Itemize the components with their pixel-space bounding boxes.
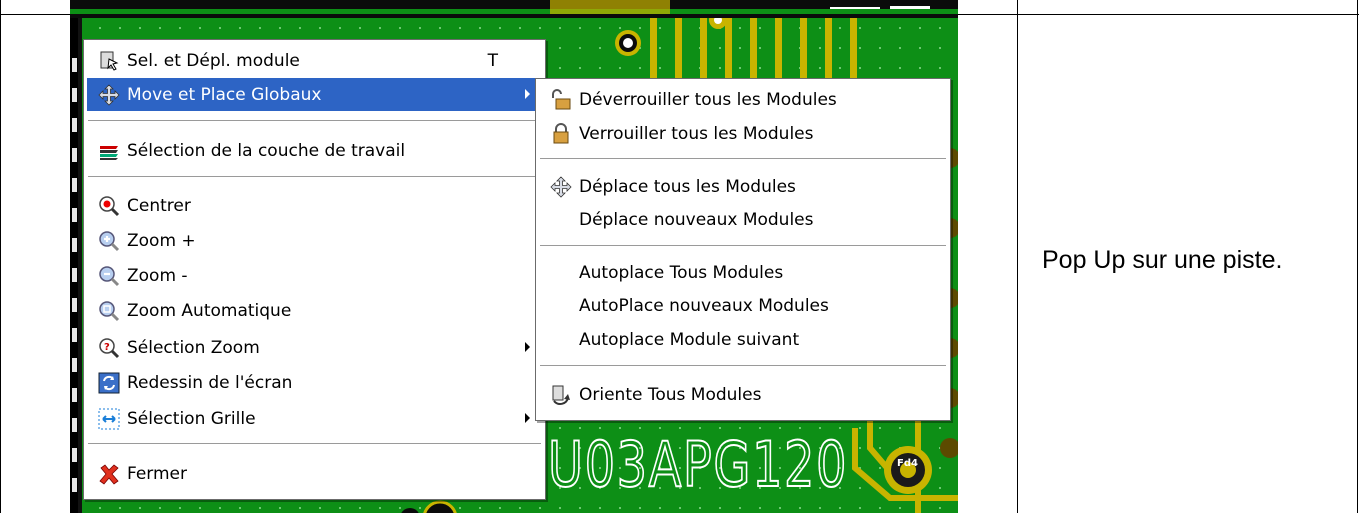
submenu-item-autoplace-new[interactable]: AutoPlace nouveaux Modules [539,289,947,322]
submenu-arrow-icon [525,342,530,352]
menu-item-label: Sélection Grille [127,408,256,429]
svg-text:?: ? [104,342,110,353]
menu-item-label: Zoom + [127,230,196,251]
menu-item-label: Verrouiller tous les Modules [579,123,814,144]
lock-icon [549,122,573,146]
submenu-arrow-icon [525,413,530,423]
menu-item-label: Sélection Zoom [127,337,260,358]
menu-item-label: AutoPlace nouveaux Modules [579,295,829,316]
menu-separator [88,120,541,122]
submenu-item-unlock-all[interactable]: Déverrouiller tous les Modules [539,83,947,116]
bottom-pads [401,500,457,513]
figure-caption: Pop Up sur une piste. [1042,246,1283,274]
module-select-icon [97,49,121,73]
menu-item-close[interactable]: Fermer [87,457,542,490]
submenu-item-orient-all[interactable]: Oriente Tous Modules [539,378,947,411]
move-cross-icon [549,175,573,199]
menu-item-label: Centrer [127,195,191,216]
grid-icon [97,407,121,431]
zoom-auto-icon [97,299,121,323]
menu-separator [88,443,541,445]
menu-item-label: Sel. et Dépl. module [127,50,300,71]
shortcut-label: T [487,50,498,71]
context-menu: Sel. et Dépl. module T Move et Place Glo… [83,39,546,500]
menu-item-label: Déplace nouveaux Modules [579,209,814,230]
zoom-in-icon [97,229,121,253]
menu-item-center[interactable]: Centrer [87,189,542,222]
redraw-icon [97,371,121,395]
menu-item-zoom-in[interactable]: Zoom + [87,224,542,257]
menu-item-label: Autoplace Module suivant [579,329,800,350]
submenu: Déverrouiller tous les Modules Verrouill… [535,78,951,421]
menu-separator [540,245,946,247]
menu-separator [88,176,541,178]
center-zoom-icon [97,194,121,218]
orient-icon [549,383,573,407]
pad-label: Fd4 [897,458,918,469]
menu-item-zoom-auto[interactable]: Zoom Automatique [87,294,542,327]
unlock-icon [549,88,573,112]
silkscreen-text: U03APG120 [548,428,848,501]
pad-fd4 [884,446,932,494]
menu-item-label: Zoom Automatique [127,300,292,321]
menu-separator [540,365,946,367]
table-divider [1017,0,1018,513]
zoom-select-icon: ? [97,336,121,360]
menu-item-redraw[interactable]: Redessin de l'écran [87,366,542,399]
menu-item-grid-select[interactable]: Sélection Grille [87,402,542,435]
move-cross-icon [97,83,121,107]
menu-item-zoom-out[interactable]: Zoom - [87,259,542,292]
menu-item-label: Autoplace Tous Modules [579,262,784,283]
menu-item-label: Redessin de l'écran [127,372,293,393]
submenu-arrow-icon [525,89,530,99]
menu-item-label: Move et Place Globaux [127,84,322,105]
menu-item-label: Déplace tous les Modules [579,176,796,197]
menu-item-label: Zoom - [127,265,188,286]
table-border-left [0,0,1,513]
menu-item-label: Sélection de la couche de travail [127,140,406,161]
menu-item-move-place-global[interactable]: Move et Place Globaux [87,78,542,111]
menu-item-label: Fermer [127,463,188,484]
menu-item-zoom-select[interactable]: ? Sélection Zoom [87,331,542,364]
menu-separator [540,158,946,160]
close-x-icon [97,462,121,486]
submenu-item-move-new[interactable]: Déplace nouveaux Modules [539,203,947,236]
table-border-right [1357,0,1358,513]
menu-item-label: Déverrouiller tous les Modules [579,89,837,110]
menu-item-select-move-module[interactable]: Sel. et Dépl. module T [87,44,542,77]
submenu-item-autoplace-all[interactable]: Autoplace Tous Modules [539,256,947,289]
via [615,18,727,56]
menu-item-select-layer[interactable]: Sélection de la couche de travail [87,134,542,167]
previous-screenshot-strip [70,0,958,18]
zoom-out-icon [97,264,121,288]
menu-item-label: Oriente Tous Modules [579,384,762,405]
submenu-item-lock-all[interactable]: Verrouiller tous les Modules [539,117,947,150]
submenu-item-autoplace-next[interactable]: Autoplace Module suivant [539,323,947,356]
submenu-item-move-all[interactable]: Déplace tous les Modules [539,170,947,203]
board-edge-left [70,18,82,513]
layers-icon [97,139,121,163]
